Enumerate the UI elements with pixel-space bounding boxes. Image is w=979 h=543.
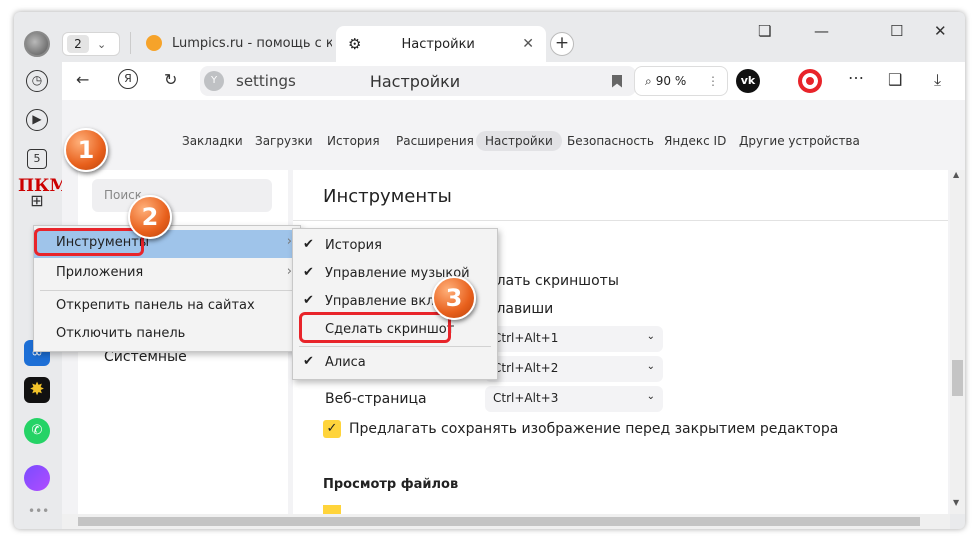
select-value: Ctrl+Alt+3 xyxy=(493,391,559,405)
new-tab-button[interactable]: + xyxy=(550,32,574,56)
scroll-down-icon[interactable]: ▼ xyxy=(953,498,959,507)
zoom-value: 90 % xyxy=(655,74,687,88)
horizontal-scrollbar[interactable] xyxy=(62,514,950,529)
alice-icon[interactable] xyxy=(24,465,50,491)
play-icon[interactable]: ▶ xyxy=(26,109,48,131)
select-value: Ctrl+Alt+2 xyxy=(493,361,559,375)
step-badge-1: 1 xyxy=(64,128,108,172)
history-clock-icon[interactable]: ◷ xyxy=(26,70,48,92)
download-icon[interactable]: ⤓ xyxy=(934,70,941,90)
highlight-screenshot xyxy=(299,312,451,343)
check-icon: ✔ xyxy=(303,354,314,369)
nav-bookmarks[interactable]: Закладки xyxy=(182,134,243,148)
divider xyxy=(293,220,948,221)
menu-item-label: Приложения xyxy=(56,265,144,280)
menu-item-apps[interactable]: Приложения › xyxy=(34,260,300,288)
hotkey-select-2[interactable]: Ctrl+Alt+2 ⌄ xyxy=(485,356,663,382)
apps-grid-icon[interactable]: ⊞ xyxy=(26,190,48,212)
menu-separator xyxy=(40,290,294,291)
close-window-icon[interactable]: ✕ xyxy=(934,22,947,40)
files-section-title: Просмотр файлов xyxy=(323,477,459,492)
step-badge-2: 2 xyxy=(128,195,172,239)
vertical-scrollbar[interactable] xyxy=(950,170,965,514)
submenu-history[interactable]: ✔ История xyxy=(293,233,497,261)
nav-other-devices[interactable]: Другие устройства xyxy=(739,134,860,148)
nav-history[interactable]: История xyxy=(327,134,380,148)
more-dots-icon[interactable]: ••• xyxy=(28,504,49,518)
zoom-control[interactable]: ⌕ 90 % ⋮ xyxy=(634,66,728,96)
save-before-close-checkbox[interactable]: ✓ xyxy=(323,420,341,438)
menu-item-label: История xyxy=(325,238,382,253)
profile-avatar[interactable] xyxy=(24,31,50,57)
more-icon[interactable]: … xyxy=(848,64,864,83)
check-icon: ✔ xyxy=(303,237,314,252)
url-text: settings xyxy=(236,72,296,90)
nav-downloads[interactable]: Загрузки xyxy=(255,134,313,148)
adblock-extension-icon[interactable] xyxy=(798,69,822,93)
check-icon: ✔ xyxy=(303,293,314,308)
vk-extension-icon[interactable]: vk xyxy=(736,69,760,93)
screenshots-label: елать скриншоты xyxy=(488,273,619,289)
more-icon: ⋮ xyxy=(707,74,719,88)
gear-icon: ⚙ xyxy=(348,35,362,53)
check-icon: ✔ xyxy=(303,265,314,280)
section-title: Инструменты xyxy=(323,186,452,207)
chevron-down-icon: ⌄ xyxy=(97,37,107,51)
collections-icon[interactable]: ❏ xyxy=(758,22,771,40)
close-tab-icon[interactable]: ✕ xyxy=(522,36,534,52)
minimize-icon[interactable]: — xyxy=(814,22,829,40)
submenu-alice[interactable]: ✔ Алиса xyxy=(293,350,497,378)
scroll-up-icon[interactable]: ▲ xyxy=(953,170,959,179)
chevron-down-icon: ⌄ xyxy=(646,391,655,402)
tab-count-button[interactable]: 2 ⌄ xyxy=(62,32,120,56)
hotkey-select-3[interactable]: Ctrl+Alt+3 ⌄ xyxy=(485,386,663,412)
chevron-down-icon: ⌄ xyxy=(646,331,655,342)
back-icon[interactable]: ← xyxy=(76,70,89,89)
webpage-label: Веб-страница xyxy=(325,391,427,407)
tab-title: Настройки xyxy=(401,36,475,52)
nav-yandex-id[interactable]: Яндекс ID xyxy=(664,134,726,148)
yandex-icon[interactable]: Я xyxy=(118,69,138,89)
scroll-thumb[interactable] xyxy=(78,517,920,526)
tab-settings[interactable]: ⚙ Настройки ✕ xyxy=(336,26,546,62)
hotkey-select-1[interactable]: Ctrl+Alt+1 ⌄ xyxy=(485,326,663,352)
scroll-thumb[interactable] xyxy=(952,360,963,396)
orange-favicon-icon xyxy=(146,35,162,51)
tab-lumpics[interactable]: Lumpics.ru - помощь с ком xyxy=(138,26,334,60)
star-app-icon[interactable]: ✸ xyxy=(24,377,50,403)
checkbox-label: Предлагать сохранять изображение перед з… xyxy=(349,421,839,437)
page-title: Настройки xyxy=(369,71,461,91)
menu-separator xyxy=(299,346,491,347)
maximize-icon[interactable]: ☐ xyxy=(890,22,903,40)
menu-item-unpin[interactable]: Открепить панель на сайтах xyxy=(34,293,300,321)
address-bar[interactable]: Y settings Настройки xyxy=(200,66,636,96)
zoom-icon: ⌕ xyxy=(645,73,652,88)
shield-icon: Y xyxy=(204,71,224,91)
whatsapp-icon[interactable]: ✆ xyxy=(24,418,50,444)
tab-count: 2 xyxy=(67,35,89,53)
extensions-icon[interactable]: ❑ xyxy=(888,70,902,89)
highlight-tools xyxy=(34,228,144,256)
nav-settings[interactable]: Настройки xyxy=(476,131,562,151)
tab-title: Lumpics.ru - помощь с ком xyxy=(172,35,332,51)
chevron-down-icon: ⌄ xyxy=(646,361,655,372)
nav-extensions[interactable]: Расширения xyxy=(396,134,474,148)
step-badge-3: 3 xyxy=(432,276,476,320)
select-value: Ctrl+Alt+1 xyxy=(493,331,559,345)
nav-security[interactable]: Безопасность xyxy=(567,134,654,148)
menu-item-label: Алиса xyxy=(325,355,366,370)
browser-window: 2 ⌄ Lumpics.ru - помощь с ком ⚙ Настройк… xyxy=(14,12,965,529)
reload-icon[interactable]: ↻ xyxy=(164,70,177,89)
bookmark-icon[interactable] xyxy=(612,74,622,88)
tabs-count-icon[interactable]: 5 xyxy=(27,149,47,169)
menu-item-disable-panel[interactable]: Отключить панель xyxy=(34,321,300,349)
search-input[interactable]: Поиск xyxy=(92,179,272,212)
